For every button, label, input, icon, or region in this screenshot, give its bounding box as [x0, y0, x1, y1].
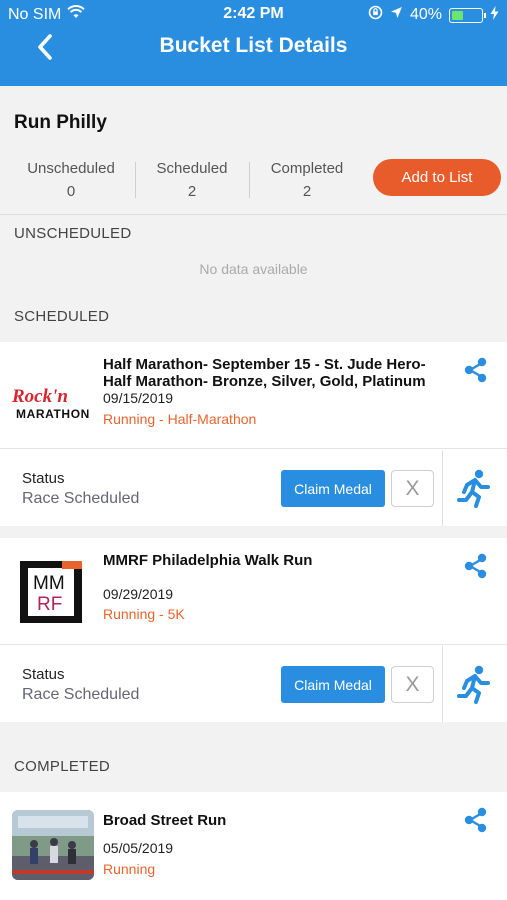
section-title-completed: COMPLETED: [14, 758, 111, 775]
event-category: Running - 5K: [103, 606, 185, 622]
stat-label: Unscheduled: [27, 160, 115, 177]
stat-scheduled: Scheduled 2: [133, 160, 251, 200]
battery-icon: [449, 7, 486, 23]
stat-completed: Completed 2: [248, 160, 366, 200]
svg-text:MARATHON: MARATHON: [16, 407, 90, 421]
event-status-row: Status Race Scheduled Claim Medal X: [0, 646, 507, 722]
claim-medal-button[interactable]: Claim Medal: [281, 470, 385, 507]
section-title-scheduled: SCHEDULED: [14, 308, 110, 325]
stat-value: 2: [187, 183, 197, 200]
status-bar: No SIM 2:42 PM 40%: [0, 0, 507, 28]
event-title: Broad Street Run: [103, 812, 227, 829]
share-icon[interactable]: [462, 552, 490, 580]
section-title-unscheduled: UNSCHEDULED: [14, 225, 132, 242]
page-title: Bucket List Details: [159, 34, 348, 57]
event-summary[interactable]: Broad Street Run 05/05/2019 Running: [0, 792, 507, 900]
status-value: Race Scheduled: [22, 490, 140, 507]
status-label: Status: [22, 666, 65, 683]
event-summary[interactable]: Rock'n MARATHON Half Marathon- September…: [0, 342, 507, 449]
screen-lock-icon: [368, 5, 383, 25]
charging-icon: [490, 5, 499, 25]
bucket-list-name: Run Philly: [14, 112, 107, 133]
bucket-summary: Run Philly Unscheduled 0 Scheduled 2 Com…: [0, 86, 507, 214]
event-photo: [12, 810, 94, 880]
add-to-list-button[interactable]: Add to List: [373, 159, 501, 196]
dismiss-button[interactable]: X: [391, 470, 434, 507]
stat-label: Completed: [270, 160, 344, 177]
rock-n-roll-logo: Rock'n MARATHON: [12, 360, 94, 430]
event-summary[interactable]: MM RF MMRF Philadelphia Walk Run 09/29/2…: [0, 538, 507, 645]
scheduled-event-card: MM RF MMRF Philadelphia Walk Run 09/29/2…: [0, 538, 507, 722]
runner-icon[interactable]: [456, 468, 492, 508]
location-icon: [390, 6, 403, 24]
runner-icon[interactable]: [456, 664, 492, 704]
dismiss-button[interactable]: X: [391, 666, 434, 703]
stat-value: 2: [302, 183, 312, 200]
event-date: 05/05/2019: [103, 840, 174, 856]
stat-label: Scheduled: [156, 160, 228, 177]
svg-text:RF: RF: [37, 594, 62, 615]
divider: [442, 646, 443, 722]
svg-text:MM: MM: [33, 573, 65, 594]
status-label: Status: [22, 470, 65, 487]
stat-value: 0: [66, 183, 76, 200]
event-category: Running - Half-Marathon: [103, 411, 257, 427]
claim-medal-button[interactable]: Claim Medal: [281, 666, 385, 703]
event-date: 09/29/2019: [103, 586, 174, 602]
event-title: MMRF Philadelphia Walk Run: [103, 552, 313, 569]
completed-event-card: Broad Street Run 05/05/2019 Running: [0, 792, 507, 900]
app-header: No SIM 2:42 PM 40% Bucket List Details: [0, 0, 507, 86]
battery-fill: [452, 10, 463, 20]
share-icon[interactable]: [462, 806, 490, 834]
divider: [442, 450, 443, 526]
mmrf-logo: MM RF: [12, 556, 94, 626]
event-title: Half Marathon- September 15 - St. Jude H…: [103, 356, 426, 390]
empty-state: No data available: [199, 261, 308, 277]
battery-percent: 40%: [409, 6, 442, 23]
event-status-row: Status Race Scheduled Claim Medal X: [0, 450, 507, 526]
stat-unscheduled: Unscheduled 0: [12, 160, 130, 200]
status-value: Race Scheduled: [22, 686, 140, 703]
event-date: 09/15/2019: [103, 390, 174, 406]
scheduled-event-card: Rock'n MARATHON Half Marathon- September…: [0, 342, 507, 526]
svg-text:Rock'n: Rock'n: [12, 386, 68, 407]
event-category: Running: [103, 861, 156, 877]
share-icon[interactable]: [462, 356, 490, 384]
divider: [0, 214, 507, 215]
